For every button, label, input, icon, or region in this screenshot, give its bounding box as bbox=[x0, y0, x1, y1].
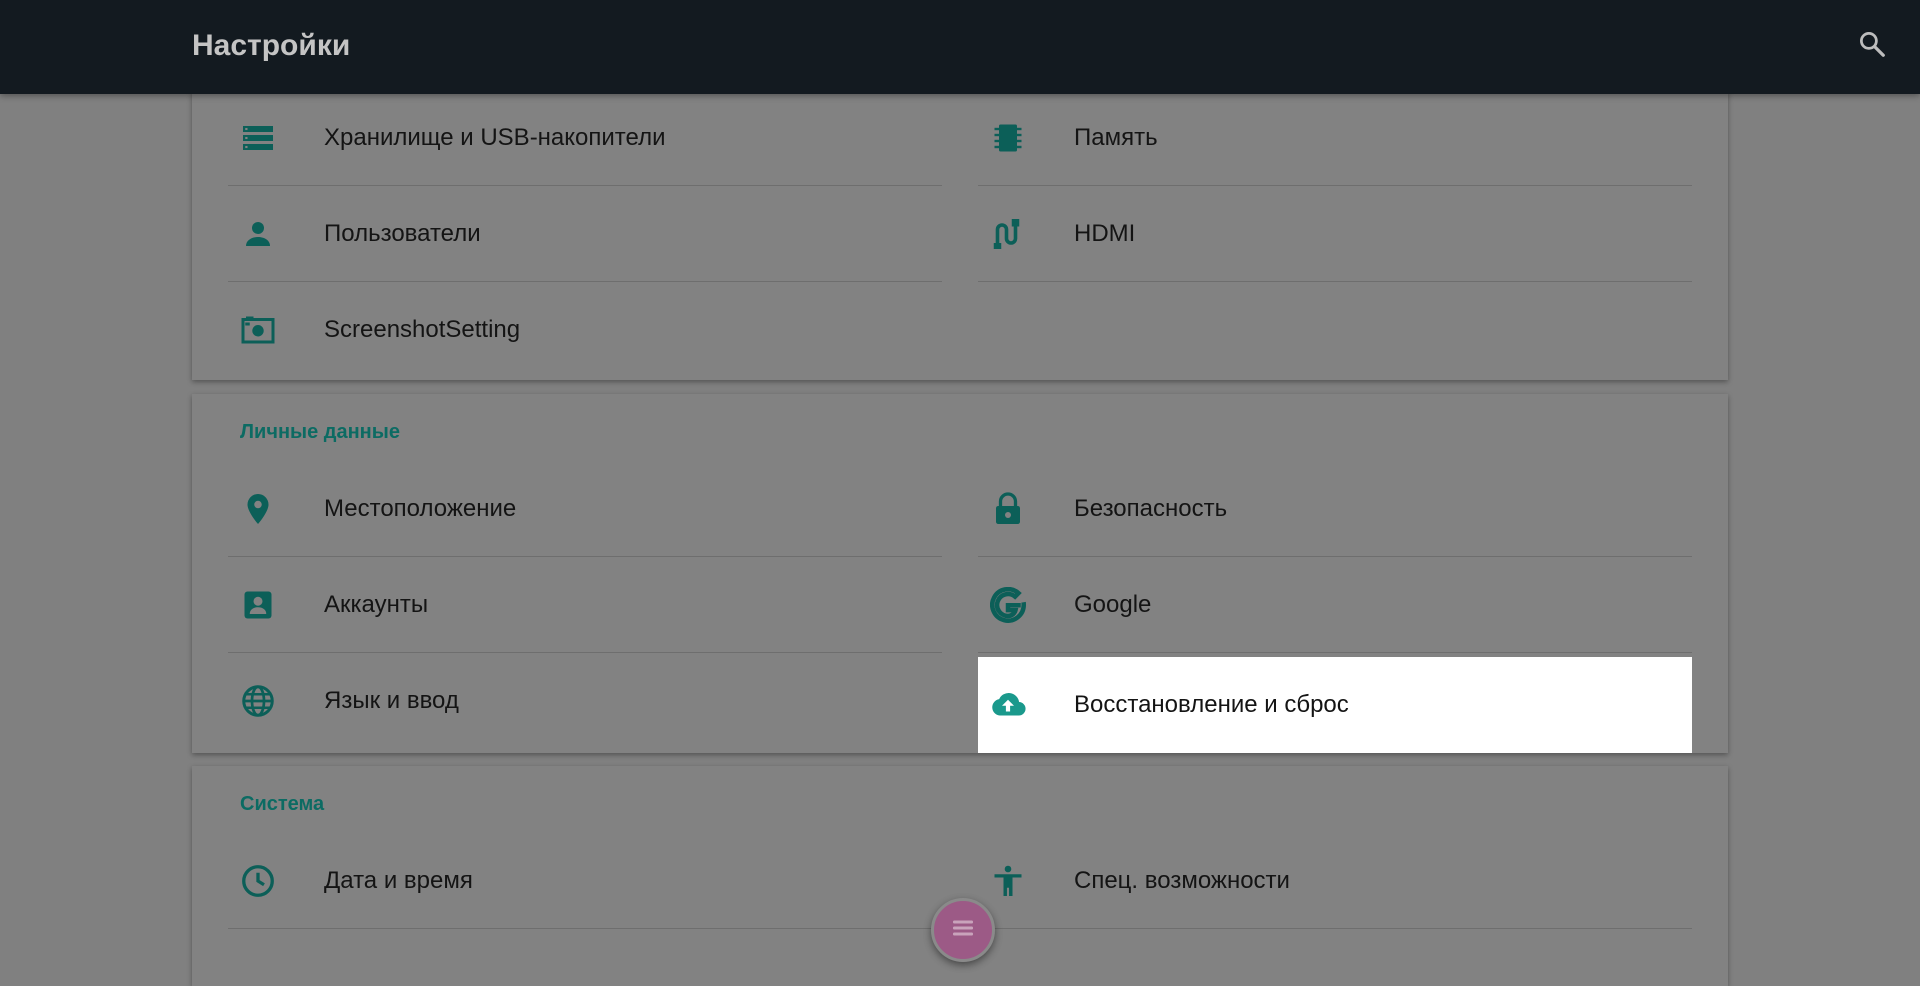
cloud-upload-icon bbox=[990, 687, 1026, 723]
personal-settings-card: Личные данные Местоположение Безопасност… bbox=[192, 394, 1728, 753]
settings-item-label: Восстановление и сброс bbox=[1074, 691, 1349, 718]
globe-icon bbox=[240, 683, 276, 719]
settings-item-hdmi[interactable]: HDMI bbox=[978, 186, 1692, 282]
settings-item-label: Безопасность bbox=[1074, 495, 1228, 522]
google-icon bbox=[990, 587, 1026, 623]
search-icon bbox=[1857, 29, 1887, 64]
settings-item-accessibility[interactable]: Спец. возможности bbox=[978, 833, 1692, 929]
settings-item-storage[interactable]: Хранилище и USB-накопители bbox=[228, 90, 942, 186]
settings-item-label: Местоположение bbox=[324, 495, 517, 522]
settings-item-label: Спец. возможности bbox=[1074, 867, 1290, 894]
settings-item-backup-reset[interactable]: Восстановление и сброс bbox=[978, 657, 1692, 753]
app-bar: Настройки bbox=[0, 0, 1920, 94]
floating-menu-button[interactable] bbox=[931, 898, 995, 962]
lock-icon bbox=[990, 491, 1026, 527]
settings-item-label: Аккаунты bbox=[324, 591, 429, 618]
settings-item-accounts[interactable]: Аккаунты bbox=[228, 557, 942, 653]
settings-item-location[interactable]: Местоположение bbox=[228, 461, 942, 557]
storage-icon bbox=[240, 120, 276, 156]
settings-item-label: Google bbox=[1074, 591, 1152, 618]
settings-item-memory[interactable]: Память bbox=[978, 90, 1692, 186]
search-button[interactable] bbox=[1854, 28, 1890, 64]
device-settings-card: Хранилище и USB-накопители Память Пользо… bbox=[192, 90, 1728, 380]
settings-item-date-time[interactable]: Дата и время bbox=[228, 833, 942, 929]
accessibility-icon bbox=[990, 863, 1026, 899]
settings-item-label: Дата и время bbox=[324, 867, 473, 894]
settings-item-screenshot[interactable]: ScreenshotSetting bbox=[228, 282, 942, 378]
settings-item-security[interactable]: Безопасность bbox=[978, 461, 1692, 557]
settings-item-label: Пользователи bbox=[324, 220, 481, 247]
clock-icon bbox=[240, 863, 276, 899]
settings-item-label: ScreenshotSetting bbox=[324, 316, 521, 343]
settings-item-label: HDMI bbox=[1074, 220, 1136, 247]
settings-item-users[interactable]: Пользователи bbox=[228, 186, 942, 282]
hdmi-cable-icon bbox=[990, 216, 1026, 252]
menu-icon bbox=[948, 913, 978, 948]
location-pin-icon bbox=[240, 491, 276, 527]
person-icon bbox=[240, 216, 276, 252]
settings-item-label: Память bbox=[1074, 124, 1158, 151]
settings-item-label: Хранилище и USB-накопители bbox=[324, 124, 666, 151]
settings-item-label: Язык и ввод bbox=[324, 687, 459, 714]
settings-item-google[interactable]: Google bbox=[978, 557, 1692, 653]
account-box-icon bbox=[240, 587, 276, 623]
settings-item-language[interactable]: Язык и ввод bbox=[228, 653, 942, 749]
section-header-system: Система bbox=[240, 793, 325, 815]
section-header-personal: Личные данные bbox=[240, 421, 400, 443]
camera-screenshot-icon bbox=[240, 312, 276, 348]
page-title: Настройки bbox=[192, 29, 351, 62]
memory-icon bbox=[990, 120, 1026, 156]
